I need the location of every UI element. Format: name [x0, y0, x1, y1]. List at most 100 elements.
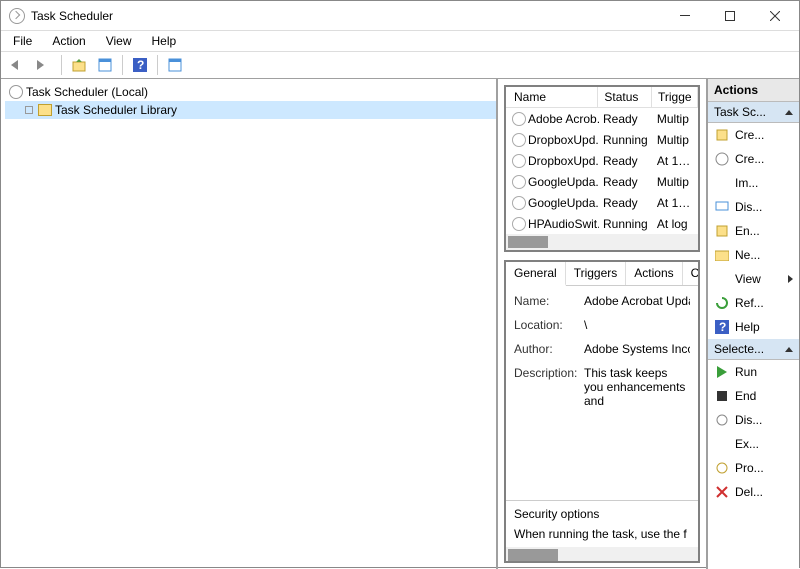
history-icon	[714, 223, 730, 239]
scroll-thumb[interactable]	[508, 549, 558, 561]
window-title: Task Scheduler	[31, 9, 662, 23]
scroll-thumb[interactable]	[508, 236, 548, 248]
menubar: File Action View Help	[1, 31, 799, 51]
name-value: Adobe Acrobat Upda	[584, 294, 690, 308]
actions-group-selected[interactable]: Selecte...	[708, 339, 799, 360]
header-status[interactable]: Status	[598, 87, 652, 107]
action-properties[interactable]: Pro...	[708, 456, 799, 480]
menu-help[interactable]: Help	[144, 32, 185, 50]
play-icon	[714, 364, 730, 380]
clock-icon	[9, 8, 25, 24]
task-icon	[714, 151, 730, 167]
header-name[interactable]: Name	[506, 87, 598, 107]
collapse-icon	[785, 110, 793, 115]
action-end[interactable]: End	[708, 384, 799, 408]
table-header: Name Status Trigge	[506, 87, 698, 108]
toolbar-separator	[61, 55, 62, 75]
task-list: Name Status Trigge Adobe Acrob...ReadyMu…	[504, 85, 700, 252]
properties-button[interactable]	[94, 54, 116, 76]
submenu-arrow-icon	[788, 275, 793, 283]
table-row[interactable]: Adobe Acrob...ReadyMultip	[506, 108, 698, 129]
action-enable-history[interactable]: En...	[708, 219, 799, 243]
menu-view[interactable]: View	[98, 32, 140, 50]
horizontal-scrollbar[interactable]	[506, 234, 698, 250]
action-new-folder[interactable]: Ne...	[708, 243, 799, 267]
tab-general[interactable]: General	[506, 262, 566, 286]
center-pane: Name Status Trigge Adobe Acrob...ReadyMu…	[498, 79, 708, 569]
detail-pane: General Triggers Actions Cc ‹ › Name:Ado…	[504, 260, 700, 563]
table-row[interactable]: HPAudioSwit...RunningAt log	[506, 213, 698, 234]
clock-icon	[512, 154, 526, 168]
properties-icon	[714, 460, 730, 476]
actions-header: Actions	[708, 79, 799, 102]
import-icon	[714, 175, 730, 191]
menu-action[interactable]: Action	[44, 32, 93, 50]
expand-icon[interactable]	[25, 106, 33, 114]
name-label: Name:	[514, 294, 584, 308]
titlebar: Task Scheduler	[1, 1, 799, 31]
clock-icon	[512, 175, 526, 189]
horizontal-scrollbar[interactable]	[506, 547, 698, 561]
forward-button[interactable]	[33, 54, 55, 76]
toolbar: ?	[1, 51, 799, 79]
general-form: Name:Adobe Acrobat Upda Location:\ Autho…	[506, 286, 698, 494]
svg-text:?: ?	[137, 58, 144, 72]
tree-item-label: Task Scheduler (Local)	[26, 85, 148, 99]
minimize-button[interactable]	[662, 1, 707, 30]
author-value: Adobe Systems Incc	[584, 342, 690, 356]
clock-icon	[512, 196, 526, 210]
folder-icon	[38, 104, 52, 116]
author-label: Author:	[514, 342, 584, 356]
wizard-icon	[714, 127, 730, 143]
clock-icon	[512, 217, 526, 231]
clock-icon	[512, 133, 526, 147]
tab-conditions[interactable]: Cc	[683, 262, 700, 285]
action-display-running[interactable]: Dis...	[708, 195, 799, 219]
pane-button[interactable]	[164, 54, 186, 76]
table-row[interactable]: DropboxUpd...ReadyAt 10:0	[506, 150, 698, 171]
clock-icon	[9, 85, 23, 99]
menu-file[interactable]: File	[5, 32, 40, 50]
refresh-icon	[714, 295, 730, 311]
description-value: This task keeps you enhancements and	[584, 366, 690, 408]
table-row[interactable]: GoogleUpda...ReadyAt 10:5	[506, 192, 698, 213]
action-delete[interactable]: Del...	[708, 480, 799, 504]
blank-icon	[714, 271, 730, 287]
action-help[interactable]: ?Help	[708, 315, 799, 339]
help-button[interactable]: ?	[129, 54, 151, 76]
tab-actions[interactable]: Actions	[626, 262, 682, 285]
header-triggers[interactable]: Trigge	[652, 87, 698, 107]
help-icon: ?	[714, 319, 730, 335]
toolbar-separator	[122, 55, 123, 75]
folder-icon	[714, 247, 730, 263]
tree-item-library[interactable]: Task Scheduler Library	[5, 101, 496, 119]
up-button[interactable]	[68, 54, 90, 76]
actions-group-library[interactable]: Task Sc...	[708, 102, 799, 123]
maximize-button[interactable]	[707, 1, 752, 30]
action-create-basic[interactable]: Cre...	[708, 123, 799, 147]
tree-item-root[interactable]: Task Scheduler (Local)	[5, 83, 496, 101]
actions-pane: Actions Task Sc... Cre... Cre... Im... D…	[708, 79, 799, 569]
back-button[interactable]	[7, 54, 29, 76]
clock-icon	[512, 112, 526, 126]
display-icon	[714, 199, 730, 215]
action-view[interactable]: View	[708, 267, 799, 291]
delete-icon	[714, 484, 730, 500]
svg-text:?: ?	[719, 320, 726, 334]
table-row[interactable]: DropboxUpd...RunningMultip	[506, 129, 698, 150]
action-run[interactable]: Run	[708, 360, 799, 384]
close-button[interactable]	[752, 1, 797, 30]
stop-icon	[714, 388, 730, 404]
tab-triggers[interactable]: Triggers	[566, 262, 627, 285]
security-title: Security options	[514, 507, 690, 521]
action-import[interactable]: Im...	[708, 171, 799, 195]
security-text: When running the task, use the f	[514, 527, 690, 541]
action-disable[interactable]: Dis...	[708, 408, 799, 432]
action-export[interactable]: Ex...	[708, 432, 799, 456]
collapse-icon	[785, 347, 793, 352]
disable-icon	[714, 412, 730, 428]
location-label: Location:	[514, 318, 584, 332]
table-row[interactable]: GoogleUpda...ReadyMultip	[506, 171, 698, 192]
action-create-task[interactable]: Cre...	[708, 147, 799, 171]
action-refresh[interactable]: Ref...	[708, 291, 799, 315]
